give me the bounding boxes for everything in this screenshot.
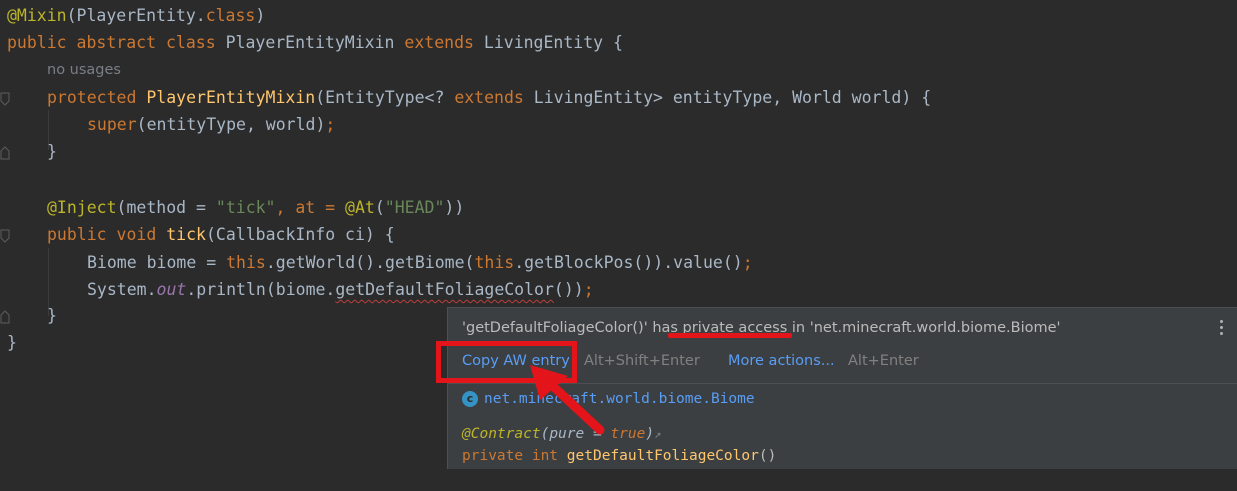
code-text: ()) <box>553 280 584 299</box>
code-text: (CallbackInfo ci) { <box>205 225 395 244</box>
code-text: } <box>47 306 57 325</box>
code-text: (PlayerEntity. <box>66 6 206 25</box>
code-line-10: System.out.println(biome.getDefaultFolia… <box>87 276 594 303</box>
more-options-icon[interactable] <box>1220 320 1224 336</box>
doc-method-name: getDefaultFoliageColor <box>566 448 759 464</box>
code-keyword: public <box>7 33 67 52</box>
code-text: .getBlockPos()).value() <box>514 253 743 272</box>
code-text: , at = <box>275 198 346 217</box>
code-line-11: } <box>47 302 57 329</box>
code-keyword: public <box>47 225 107 244</box>
red-underline-annotation <box>668 333 792 338</box>
code-line-1: @Mixin(PlayerEntity.class) <box>7 2 265 29</box>
static-field: out <box>156 280 187 299</box>
code-keyword: class <box>165 33 216 52</box>
at-annotation: @At <box>345 198 375 217</box>
fold-end-icon[interactable] <box>0 146 10 160</box>
code-text: )) <box>444 198 465 217</box>
doc-text: ) <box>645 426 655 442</box>
code-keyword: this <box>226 253 266 272</box>
code-text: (entityType, world) <box>136 115 326 134</box>
mixin-annotation: @Mixin <box>7 6 67 25</box>
code-keyword: class <box>205 6 256 25</box>
code-string: "HEAD" <box>384 198 445 217</box>
fold-marker-icon[interactable] <box>0 229 10 243</box>
fold-end-icon[interactable] <box>0 310 10 324</box>
error-highlighted-call[interactable]: getDefaultFoliageColor <box>335 280 554 299</box>
code-keyword: super <box>87 115 137 134</box>
method-name: tick <box>166 225 206 244</box>
error-message-prefix: 'getDefaultFoliageColor()' <box>462 320 653 336</box>
code-line-8: public void tick(CallbackInfo ci) { <box>47 221 395 248</box>
code-semicolon: ; <box>325 115 336 134</box>
fold-marker-icon[interactable] <box>0 92 10 106</box>
code-text: } <box>47 142 57 161</box>
method-signature-line: private int getDefaultFoliageColor() <box>462 446 776 466</box>
code-keyword: extends <box>404 33 474 52</box>
doc-keyword: private <box>462 448 524 464</box>
code-line-5: } <box>47 138 57 165</box>
code-line-7: @Inject(method = "tick", at = @At("HEAD"… <box>47 194 464 221</box>
class-name: PlayerEntityMixin <box>225 33 395 52</box>
code-text: } <box>7 333 17 352</box>
code-keyword: abstract <box>76 33 157 52</box>
code-semicolon: ; <box>583 280 594 299</box>
code-keyword: void <box>116 225 157 244</box>
code-semicolon: ; <box>742 253 753 272</box>
doc-text: () <box>758 448 777 464</box>
code-text: LivingEntity { <box>483 33 623 52</box>
error-message-suffix: in 'net.minecraft.world.biome.Biome' <box>787 320 1061 336</box>
code-text: .println(biome. <box>186 280 336 299</box>
constructor-name: PlayerEntityMixin <box>146 88 316 107</box>
code-keyword: this <box>474 253 515 272</box>
code-text: (method = <box>116 198 216 217</box>
more-actions-link[interactable]: More actions... <box>728 349 835 373</box>
usages-hint[interactable]: no usages <box>47 59 121 81</box>
code-line-4: super(entityType, world); <box>87 111 335 138</box>
code-text: Biome biome = <box>87 253 227 272</box>
red-arrow-annotation <box>530 365 605 435</box>
code-line-2: public abstract class PlayerEntityMixin … <box>7 29 623 56</box>
code-text: System. <box>87 280 157 299</box>
code-string: "tick" <box>215 198 276 217</box>
inject-annotation: @Inject <box>47 198 117 217</box>
class-icon: c <box>462 391 478 407</box>
code-text: LivingEntity> entityType, World world) { <box>523 88 932 107</box>
external-link-icon[interactable]: ↗ <box>654 427 661 441</box>
more-actions-shortcut: Alt+Enter <box>848 353 919 369</box>
code-text: ) <box>255 6 266 25</box>
code-keyword: protected <box>47 88 137 107</box>
code-line-12: } <box>7 329 17 356</box>
code-line-9: Biome biome = this.getWorld().getBiome(t… <box>87 249 753 276</box>
code-text: (EntityType<? <box>315 88 455 107</box>
code-line-3: protected PlayerEntityMixin(EntityType<?… <box>47 84 931 111</box>
code-text: .getWorld().getBiome( <box>265 253 475 272</box>
code-text: ( <box>374 198 385 217</box>
code-keyword: extends <box>454 88 524 107</box>
doc-keyword: int <box>531 448 559 464</box>
